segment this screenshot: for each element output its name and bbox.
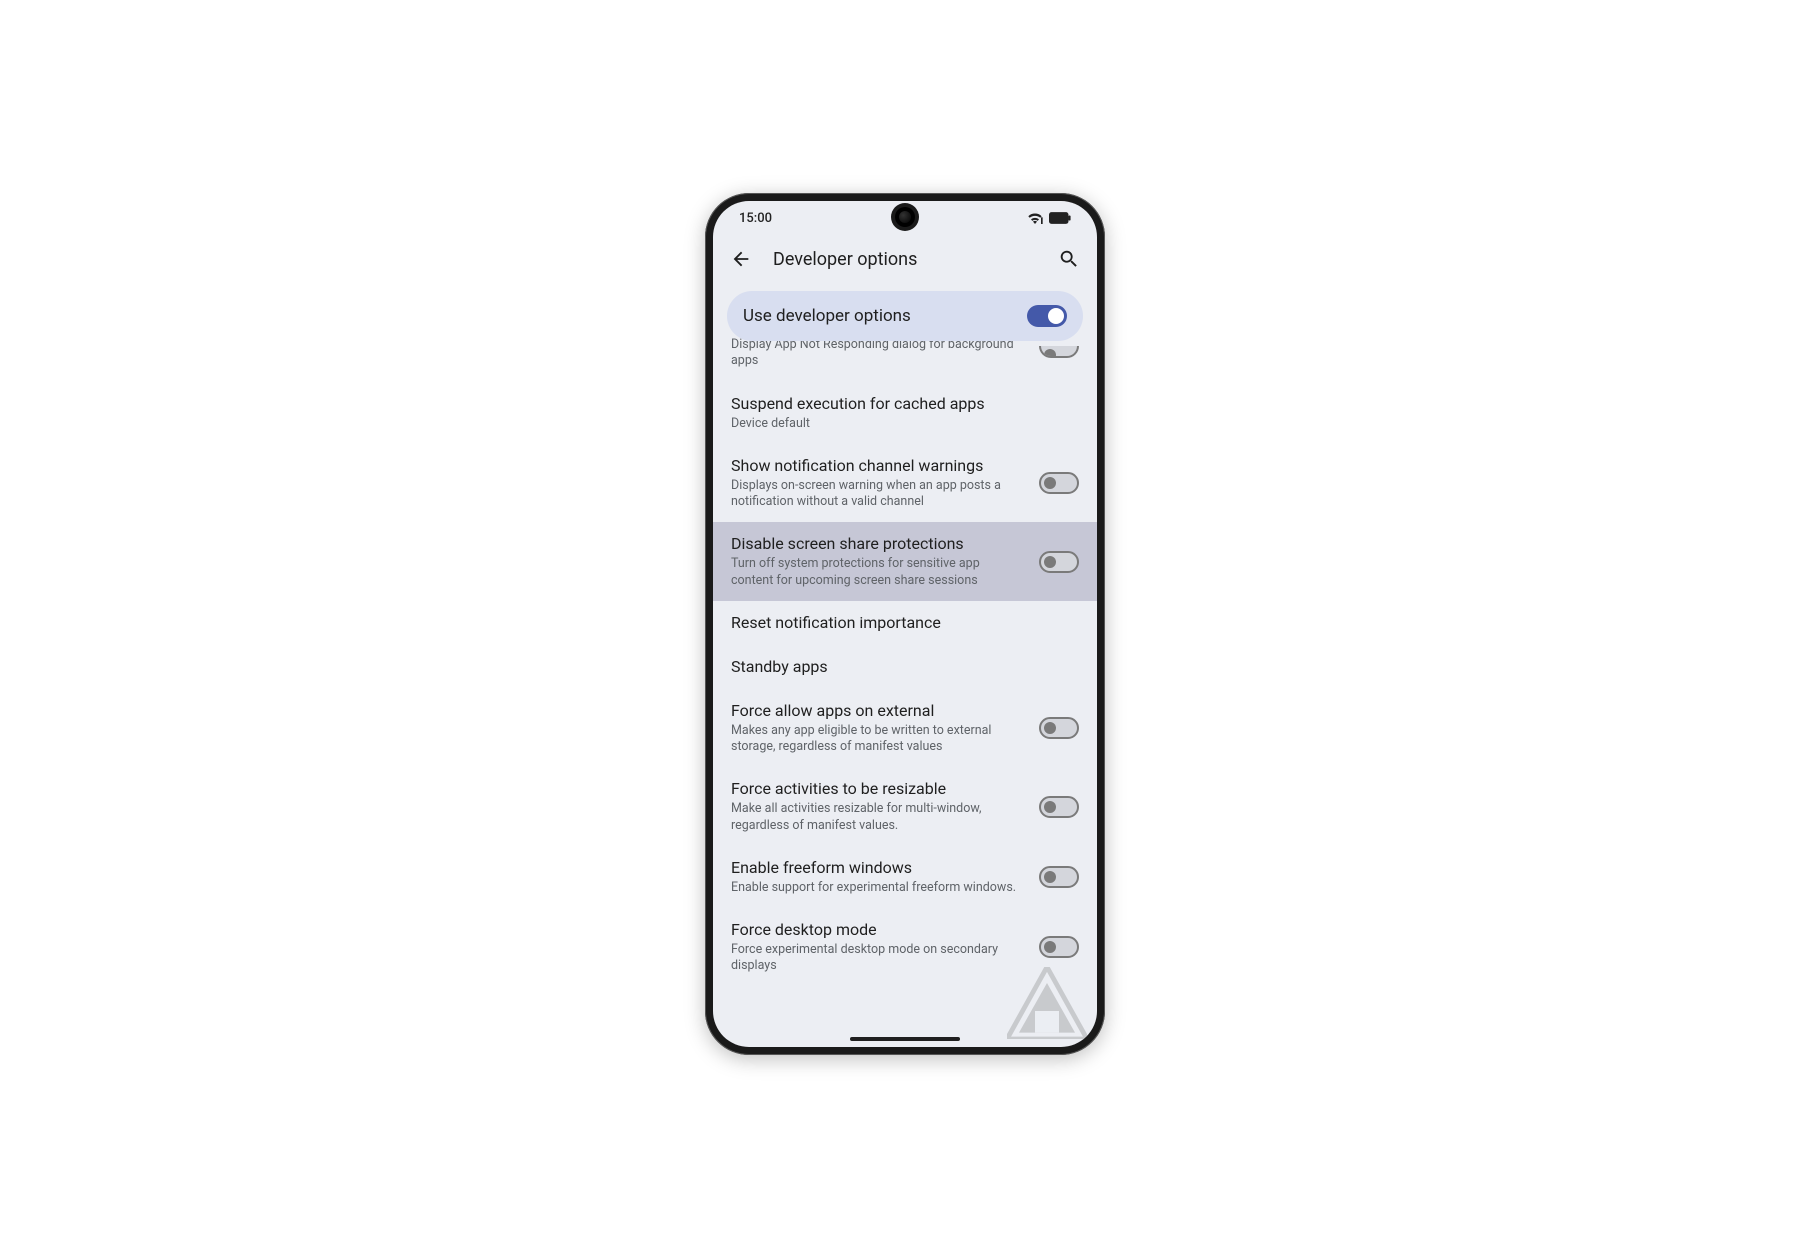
row-title: Standby apps <box>731 657 1079 677</box>
row-title: Reset notification importance <box>731 613 1079 633</box>
page-title: Developer options <box>773 249 1037 270</box>
row-title: Show notification channel warnings <box>731 456 1023 476</box>
row-sub: Make all activities resizable for multi-… <box>731 801 1023 834</box>
row-enable-freeform-windows[interactable]: Enable freeform windows Enable support f… <box>713 846 1097 908</box>
row-sub: Turn off system protections for sensitiv… <box>731 556 1023 589</box>
row-show-background-anrs[interactable]: Display App Not Responding dialog for ba… <box>713 335 1097 382</box>
back-button[interactable] <box>727 245 755 273</box>
row-sub: Displays on-screen warning when an app p… <box>731 478 1023 511</box>
row-disable-screen-share-protections[interactable]: Disable screen share protections Turn of… <box>713 522 1097 601</box>
row-title: Force allow apps on external <box>731 701 1023 721</box>
row-force-activities-resizable[interactable]: Force activities to be resizable Make al… <box>713 767 1097 846</box>
row-title: Disable screen share protections <box>731 534 1023 554</box>
toggle-enable-freeform-windows[interactable] <box>1039 866 1079 888</box>
status-time: 15:00 <box>739 211 772 226</box>
row-title: Suspend execution for cached apps <box>731 394 1079 414</box>
phone-frame: 15:00 Developer options Use developer op… <box>705 193 1105 1055</box>
toggle-force-desktop-mode[interactable] <box>1039 936 1079 958</box>
row-suspend-cached-apps[interactable]: Suspend execution for cached apps Device… <box>713 382 1097 444</box>
app-bar: Developer options <box>713 235 1097 283</box>
row-force-desktop-mode[interactable]: Force desktop mode Force experimental de… <box>713 908 1097 987</box>
gesture-nav-handle[interactable] <box>850 1037 960 1041</box>
row-sub: Display App Not Responding dialog for ba… <box>731 337 1023 370</box>
toggle-force-allow-apps-external[interactable] <box>1039 717 1079 739</box>
camera-notch <box>895 207 915 227</box>
row-notification-channel-warnings[interactable]: Show notification channel warnings Displ… <box>713 444 1097 523</box>
master-toggle-label: Use developer options <box>743 306 911 326</box>
battery-icon <box>1049 212 1071 224</box>
toggle-notification-channel-warnings[interactable] <box>1039 472 1079 494</box>
row-title: Enable freeform windows <box>731 858 1023 878</box>
wifi-icon <box>1027 212 1043 224</box>
row-force-allow-apps-external[interactable]: Force allow apps on external Makes any a… <box>713 689 1097 768</box>
row-reset-notification-importance[interactable]: Reset notification importance <box>713 601 1097 645</box>
row-sub: Force experimental desktop mode on secon… <box>731 942 1023 975</box>
row-title: Force activities to be resizable <box>731 779 1023 799</box>
screen: 15:00 Developer options Use developer op… <box>713 201 1097 1047</box>
master-toggle-switch[interactable] <box>1027 305 1067 327</box>
toggle-show-background-anrs[interactable] <box>1039 346 1079 358</box>
master-toggle-card[interactable]: Use developer options <box>727 291 1083 341</box>
toggle-disable-screen-share-protections[interactable] <box>1039 551 1079 573</box>
row-sub: Device default <box>731 416 1079 432</box>
row-sub: Makes any app eligible to be written to … <box>731 723 1023 756</box>
settings-list[interactable]: Display App Not Responding dialog for ba… <box>713 283 1097 1047</box>
row-title: Force desktop mode <box>731 920 1023 940</box>
toggle-force-activities-resizable[interactable] <box>1039 796 1079 818</box>
row-sub: Enable support for experimental freeform… <box>731 880 1023 896</box>
search-button[interactable] <box>1055 245 1083 273</box>
row-standby-apps[interactable]: Standby apps <box>713 645 1097 689</box>
